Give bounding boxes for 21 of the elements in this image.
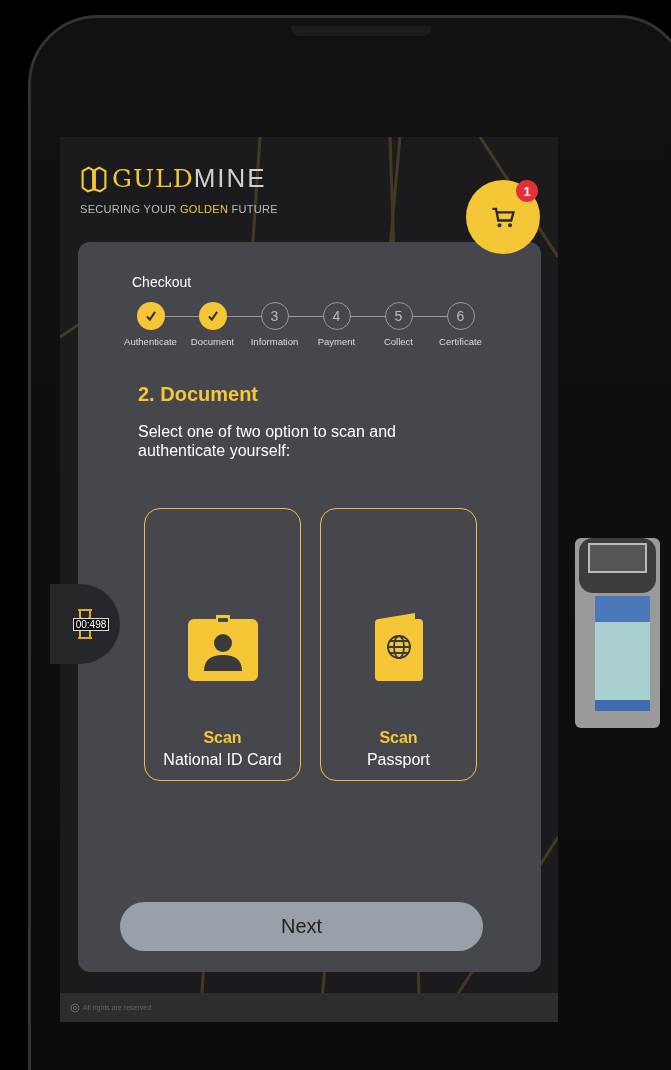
step-label: Payment <box>317 336 356 347</box>
passport-icon <box>374 613 423 681</box>
brand-tagline: SECURING YOUR GOLDEN FUTURE <box>80 203 279 215</box>
scan-option-card[interactable]: Scan Passport <box>320 508 477 781</box>
copyright-icon <box>70 1002 80 1013</box>
step-label: Authenticate <box>124 336 177 347</box>
section-heading: 2. Document <box>137 383 260 406</box>
step-label: Information <box>250 336 299 347</box>
brand-name: GULD <box>112 164 194 193</box>
cart-count-badge: 1 <box>516 180 538 202</box>
checkout-title: Checkout <box>131 274 193 290</box>
countdown-timer: 00:498 <box>72 617 110 631</box>
next-button[interactable]: Next <box>120 902 483 951</box>
instruction-text: Select one of two option to scan and authenticate yourself: <box>137 422 397 460</box>
cart-button[interactable]: 1 <box>466 180 540 254</box>
step-label: Collect <box>383 336 413 347</box>
id-badge-icon <box>187 613 258 681</box>
scan-option-card[interactable]: Scan National ID Card <box>144 508 301 781</box>
brand-name-suffix: MINE <box>193 163 267 194</box>
step-label: Document <box>190 336 235 347</box>
step-label: Certificate <box>439 336 482 347</box>
